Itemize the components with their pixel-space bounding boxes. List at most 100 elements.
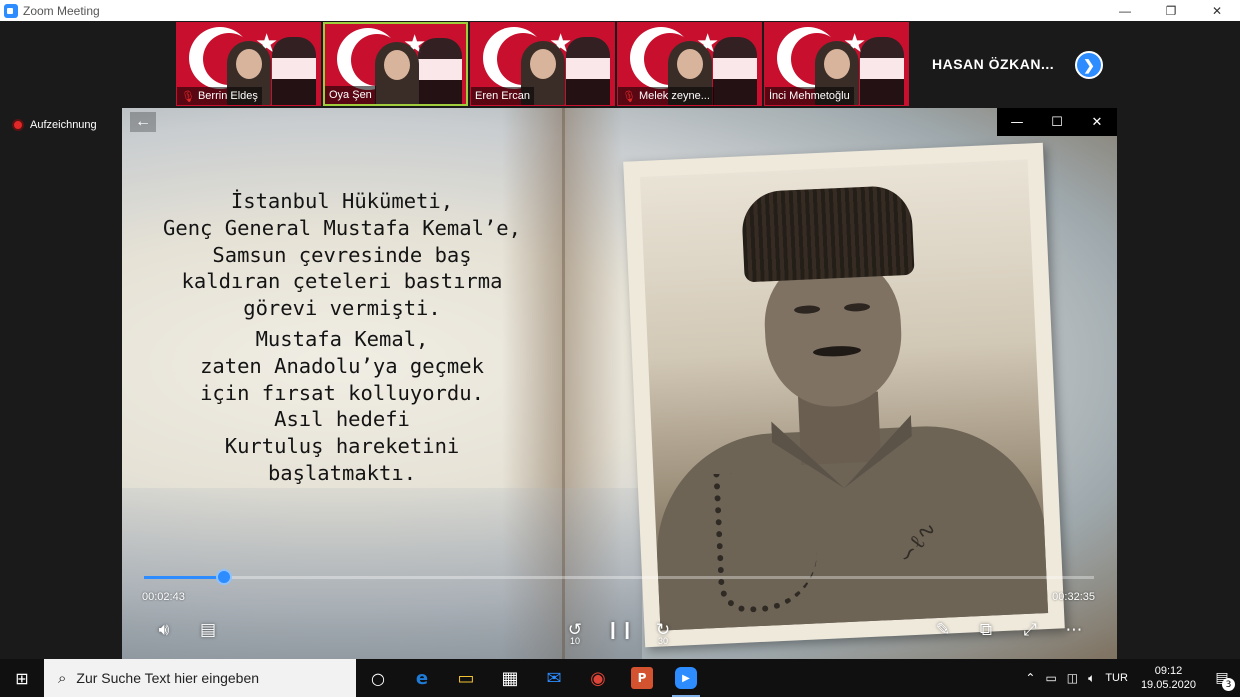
skip-forward-button[interactable]: ↻ 30 [647,616,679,646]
participant-tile[interactable]: ★ Eren Ercan [470,22,615,106]
pause-icon: ❙❙ [605,620,635,640]
caption-line: Asıl hedefi [274,407,410,432]
player-minimize-button[interactable]: — [997,108,1037,136]
mini-view-button[interactable]: ⧉ [970,616,1002,644]
speaker-icon: 🔊︎ [158,620,170,640]
edge-button[interactable]: e [400,659,444,697]
seek-handle[interactable] [216,569,232,585]
zoom-app-icon [4,3,18,18]
search-placeholder: Zur Suche Text hier eingeben [76,670,260,686]
network-icon[interactable]: ◫ [1062,671,1083,685]
powerpoint-button[interactable]: P [620,659,664,697]
participant-name-label: 🎙 Berrin Eldeş [177,87,262,105]
portrait-image [418,38,462,104]
chevron-right-icon: ❯ [1083,56,1095,73]
fullscreen-button[interactable]: ⤢ [1014,616,1046,644]
chevron-up-icon[interactable]: ⌃ [1020,671,1040,685]
taskbar-search-box[interactable]: ⌕ Zur Suche Text hier eingeben [44,659,356,697]
muted-mic-icon: 🎙 [181,89,195,103]
player-maximize-button[interactable]: ☐ [1037,108,1077,136]
store-button[interactable]: ▦ [488,659,532,697]
zoom-taskbar-button[interactable]: ▶ [664,659,708,697]
windows-logo-icon: ⊞ [15,668,29,688]
participant-name-label: Eren Ercan [471,87,535,105]
volume-button[interactable]: 🔊︎ [148,616,180,644]
participant-name-label: İnci Mehmetoğlu [765,87,854,105]
participant-tile-active-speaker[interactable]: ★ Oya Şen [323,22,468,106]
total-time: 00:32:35 [1052,591,1095,603]
portrait-image [566,37,610,105]
start-button[interactable]: ⊞ [0,659,44,697]
clock[interactable]: 09:12 19.05.2020 [1133,664,1204,692]
portrait-image [713,37,757,105]
back-button[interactable]: ← [130,112,156,132]
participant-name-label: Oya Şen [325,86,376,104]
caption-line: Samsun çevresinde baş [212,242,472,267]
historic-photo: ∽ℓ∿ [623,142,1065,648]
recording-label: Aufzeichnung [30,119,97,131]
participant-tile[interactable]: ★ 🎙 Melek zeyne... [617,22,762,106]
participant-name: Oya Şen [329,89,372,101]
player-window-controls: — ☐ ✕ [997,108,1117,136]
current-time: 00:02:43 [142,591,185,603]
record-icon [12,119,24,131]
mail-button[interactable]: ✉ [532,659,576,697]
pencil-icon: ✎ [935,620,951,640]
notification-badge: 3 [1222,678,1235,691]
volume-icon[interactable]: 🔈︎ [1083,671,1100,686]
participant-name: Melek zeyne... [638,90,710,102]
edge-icon: e [415,667,429,689]
participant-name-label: 🎙 Melek zeyne... [618,87,714,105]
restore-button[interactable]: ❐ [1148,0,1194,21]
participant-name: İnci Mehmetoğlu [769,90,850,102]
seek-bar[interactable] [144,576,1094,579]
input-language[interactable]: TUR [1100,672,1133,684]
caption-line: Mustafa Kemal, [255,326,429,351]
recording-indicator[interactable]: Aufzeichnung [12,119,97,131]
video-caption-text: İstanbul Hükümeti, Genç General Mustafa … [152,188,532,487]
portrait-image [272,37,316,105]
meeting-area: ★ 🎙 Berrin Eldeş ★ Oya Şen ★ Eren Ercan … [0,21,1240,678]
close-button[interactable]: ✕ [1194,0,1240,21]
caption-line: için fırsat kolluyordu. [200,380,484,405]
more-icon: ⋯ [1065,620,1083,640]
powerpoint-icon: P [631,667,653,689]
minimize-button[interactable]: — [1102,0,1148,21]
zoom-icon: ▶ [675,667,697,689]
participant-tile[interactable]: ★ 🎙 Berrin Eldeş [176,22,321,106]
player-close-button[interactable]: ✕ [1077,108,1117,136]
arrow-left-icon: ← [135,113,151,130]
battery-icon[interactable]: ▭ [1040,671,1061,685]
more-options-button[interactable]: ⋯ [1058,616,1090,644]
caption-line: Genç General Mustafa Kemal’e, [163,215,521,240]
featured-participant-tile[interactable]: HASAN ÖZKAN... [915,22,1065,106]
file-explorer-button[interactable]: ▭ [444,659,488,697]
video-player[interactable]: İstanbul Hükümeti, Genç General Mustafa … [122,108,1117,678]
caption-line: görevi vermişti. [243,296,441,321]
muted-mic-icon: 🎙 [622,89,636,103]
captions-icon: ▤ [199,620,217,640]
edit-button[interactable]: ✎ [927,616,959,644]
title-bar: Zoom Meeting — ❐ ✕ [0,0,1240,21]
featured-participant-name: HASAN ÖZKAN... [932,56,1055,72]
action-center-button[interactable]: ▤ 3 [1204,659,1240,697]
chrome-icon: ◉ [590,667,606,689]
skip-back-button[interactable]: ↺ 10 [559,616,591,646]
cortana-button[interactable]: ○ [356,659,400,697]
participant-name: Eren Ercan [475,90,531,102]
cortana-icon: ○ [371,668,385,688]
expand-icon: ⤢ [1023,620,1037,640]
windows-taskbar: ⊞ ⌕ Zur Suche Text hier eingeben ○ e ▭ ▦… [0,659,1240,697]
captions-button[interactable]: ▤ [192,616,224,644]
mini-view-icon: ⧉ [979,620,993,640]
window-title: Zoom Meeting [23,3,100,18]
next-page-button[interactable]: ❯ [1075,51,1103,79]
store-icon: ▦ [501,667,519,689]
mail-icon: ✉ [546,667,562,689]
participant-name: Berrin Eldeş [197,90,258,102]
pause-button[interactable]: ❙❙ [604,616,636,644]
participant-tile[interactable]: ★ İnci Mehmetoğlu [764,22,909,106]
chrome-button[interactable]: ◉ [576,659,620,697]
portrait-image [860,37,904,105]
system-tray: ⌃ ▭ ◫ 🔈︎ TUR 09:12 19.05.2020 ▤ 3 [1020,659,1240,697]
